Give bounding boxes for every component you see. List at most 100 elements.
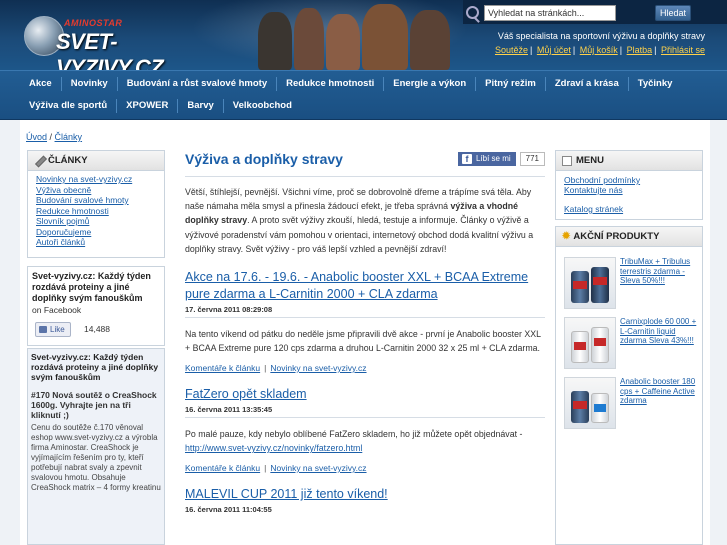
tagline: Váš specialista na sportovní výživu a do… [497, 31, 705, 41]
search-button[interactable]: Hledat [655, 5, 691, 21]
search-icon [466, 6, 479, 19]
nav-vyziva-sporty[interactable]: Výživa dle sportů [20, 95, 116, 117]
article-2-category-link[interactable]: Novinky na svet-vyzivy.cz [270, 463, 366, 473]
toplink-souteze[interactable]: Soutěže [495, 45, 528, 55]
article-cat-budovani[interactable]: Budování svalové hmoty [36, 195, 156, 206]
nav-akce[interactable]: Akce [20, 73, 61, 95]
facebook-feed[interactable]: Svet-vyzivy.cz: Každý týden rozdává prot… [27, 348, 165, 545]
fb-share-widget: f Líbí se mi 771 [457, 152, 545, 166]
promo-product-3-link[interactable]: Anabolic booster 180 cps + Caffeine Acti… [620, 377, 700, 406]
main-nav: Akce Novinky Budování a růst svalové hmo… [0, 70, 727, 120]
fb-like-button[interactable]: Like [35, 322, 71, 337]
feed-post-title[interactable]: #170 Nová soutěž o CreaShock 1600g. Vyhr… [31, 390, 161, 420]
promo-product-1-link[interactable]: TribuMax + Tribulus terrestris zdarma - … [620, 257, 700, 286]
article-cat-redukce[interactable]: Redukce hmotnosti [36, 206, 156, 217]
fb-share-label: Líbí se mi [475, 154, 511, 163]
article-cat-autori[interactable]: Autoři článků [36, 237, 156, 248]
facebook-like-box: Svet-vyzivy.cz: Každý týden rozdává prot… [27, 266, 165, 346]
logo-text: SVET-VYZIVY.CZ [56, 29, 164, 70]
article-1-title[interactable]: Akce na 17.6. - 19.6. - Anabolic booster… [185, 269, 545, 303]
article-1-links: Komentáře k článku | Novinky na svet-vyziv… [185, 363, 367, 374]
menu-links: Obchodní podmínky Kontaktujte nás Katalo… [556, 171, 702, 218]
article-3: MALEVIL CUP 2011 již tento víkend! 16. č… [185, 486, 545, 514]
site-logo[interactable]: AMINOSTAR SVET-VYZIVY.CZ [24, 16, 184, 70]
promo-box-title: AKČNÍ PRODUKTY [573, 230, 660, 242]
nav-xpower[interactable]: XPOWER [117, 95, 177, 117]
fb-share-button[interactable]: f Líbí se mi [457, 152, 516, 166]
site-header: AMINOSTAR SVET-VYZIVY.CZ Hledat Váš spec… [0, 0, 727, 70]
menu-kontakt[interactable]: Kontaktujte nás [564, 185, 694, 195]
fb-page-title[interactable]: Svet-vyzivy.cz: Každý týden rozdává prot… [32, 271, 160, 304]
article-cat-novinky[interactable]: Novinky na svet-vyzivy.cz [36, 174, 156, 185]
article-1-comments-link[interactable]: Komentáře k článku [185, 363, 260, 373]
article-2-title[interactable]: FatZero opět skladem [185, 386, 545, 403]
nav-zdravi[interactable]: Zdraví a krása [546, 73, 628, 95]
facebook-icon: f [461, 154, 472, 164]
promo-product-3[interactable]: Anabolic booster 180 cps + Caffeine Acti… [562, 377, 698, 433]
article-2-body: Po malé pauze, kdy nebylo oblíbené FatZe… [185, 429, 523, 454]
articles-box-header: ČLÁNKY [28, 151, 164, 171]
nav-pitny-rezim[interactable]: Pitný režim [476, 73, 545, 95]
breadcrumb-home[interactable]: Úvod [26, 132, 47, 142]
menu-box: MENU Obchodní podmínky Kontaktujte nás K… [555, 150, 703, 220]
toplink-muj-ucet[interactable]: Můj účet [537, 45, 571, 55]
article-3-title[interactable]: MALEVIL CUP 2011 již tento víkend! [185, 486, 545, 503]
nav-row-1: Akce Novinky Budování a růst svalové hmo… [20, 73, 681, 95]
menu-icon [562, 155, 572, 166]
toplink-platba[interactable]: Platba [627, 45, 653, 55]
nav-tycinky[interactable]: Tyčinky [629, 73, 682, 95]
product-image[interactable] [564, 257, 616, 309]
nav-redukce[interactable]: Redukce hmotnosti [277, 73, 383, 95]
nav-energie[interactable]: Energie a výkon [384, 73, 475, 95]
star-icon: ✹ [562, 230, 571, 242]
breadcrumb-current[interactable]: Články [55, 132, 83, 142]
toplink-muj-kosik[interactable]: Můj košík [580, 45, 618, 55]
feed-title: Svet-vyzivy.cz: Každý týden rozdává prot… [31, 352, 159, 382]
fb-subtitle: on Facebook [32, 305, 82, 315]
articles-box: ČLÁNKY Novinky na svet-vyzivy.cz Výživa … [27, 150, 165, 258]
nav-row-2: Výživa dle sportů XPOWER Barvy Velkoobch… [20, 95, 301, 117]
article-1-body: Na tento víkend od pátku do neděle jsme … [185, 329, 541, 354]
article-2: FatZero opět skladem 16. června 2011 13:… [185, 386, 545, 473]
nav-novinky[interactable]: Novinky [62, 73, 117, 95]
nav-barvy[interactable]: Barvy [178, 95, 222, 117]
promo-product-2[interactable]: Carnixplode 60 000 + L-Carnitin liquid z… [562, 317, 698, 373]
fb-like-label: Like [50, 325, 65, 334]
promo-products-box: ✹ AKČNÍ PRODUKTY TribuMax + Tribulus ter… [555, 226, 703, 545]
article-2-body-link[interactable]: http://www.svet-vyzivy.cz/novinky/fatzer… [185, 443, 362, 453]
menu-box-title: MENU [576, 154, 604, 166]
divider [185, 176, 545, 177]
article-3-date: 16. června 2011 11:04:55 [185, 505, 272, 515]
page-body: Úvod / Články ČLÁNKY Novinky na svet-vyz… [20, 120, 710, 545]
menu-katalog[interactable]: Katalog stránek [564, 204, 694, 214]
article-2-links: Komentáře k článku | Novinky na svet-vyziv… [185, 463, 367, 474]
article-cat-vyziva[interactable]: Výživa obecně [36, 185, 156, 196]
search-input[interactable] [484, 5, 616, 21]
product-image[interactable] [564, 377, 616, 429]
nav-budovani[interactable]: Budování a růst svalové hmoty [118, 73, 276, 95]
divider [185, 417, 545, 419]
menu-box-header: MENU [556, 151, 702, 171]
article-1-category-link[interactable]: Novinky na svet-vyzivy.cz [270, 363, 366, 373]
promo-product-2-link[interactable]: Carnixplode 60 000 + L-Carnitin liquid z… [620, 317, 700, 346]
intro-text: Větší, štíhlejší, pevnější. Všichni víme… [185, 187, 534, 254]
articles-links: Novinky na svet-vyzivy.cz Výživa obecně … [28, 171, 164, 251]
nav-velkoobchod[interactable]: Velkoobchod [224, 95, 301, 117]
article-cat-slovnik[interactable]: Slovník pojmů [36, 216, 156, 227]
breadcrumb: Úvod / Články [26, 132, 82, 142]
article-1: Akce na 17.6. - 19.6. - Anabolic booster… [185, 269, 545, 373]
divider [185, 317, 545, 319]
thumbs-up-icon [39, 326, 47, 333]
article-cat-doporucujeme[interactable]: Doporučujeme [36, 227, 156, 238]
toplink-prihlasit[interactable]: Přihlásit se [661, 45, 705, 55]
articles-box-title: ČLÁNKY [48, 154, 88, 166]
athletes-banner-image [250, 0, 460, 70]
promo-box-header: ✹ AKČNÍ PRODUKTY [556, 227, 702, 247]
fb-share-count: 771 [519, 152, 545, 166]
promo-product-1[interactable]: TribuMax + Tribulus terrestris zdarma - … [562, 257, 698, 313]
article-2-comments-link[interactable]: Komentáře k článku [185, 463, 260, 473]
pencil-icon [34, 156, 44, 166]
menu-obchodni-podminky[interactable]: Obchodní podmínky [564, 175, 694, 185]
main-content: Výživa a doplňky stravy f Líbí se mi 771… [185, 150, 545, 545]
product-image[interactable] [564, 317, 616, 369]
